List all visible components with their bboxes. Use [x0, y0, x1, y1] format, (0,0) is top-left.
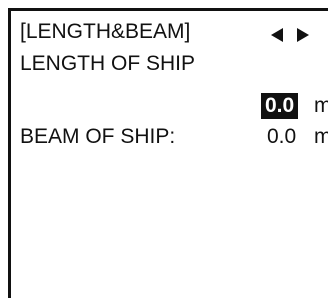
length-of-ship-label: LENGTH OF SHIP: [20, 52, 196, 75]
menu-title: [LENGTH&BEAM]: [20, 20, 191, 43]
beam-of-ship-value[interactable]: 0.0: [267, 125, 296, 149]
beam-unit: m: [314, 125, 328, 148]
display-screen: [LENGTH&BEAM] LENGTH OF SHIP 0.0 m BEAM …: [8, 8, 328, 298]
left-right-arrows-icon[interactable]: [271, 28, 309, 42]
length-of-ship-value[interactable]: 0.0: [261, 93, 299, 119]
beam-of-ship-label: BEAM OF SHIP:: [20, 125, 176, 148]
length-unit: m: [314, 94, 328, 117]
